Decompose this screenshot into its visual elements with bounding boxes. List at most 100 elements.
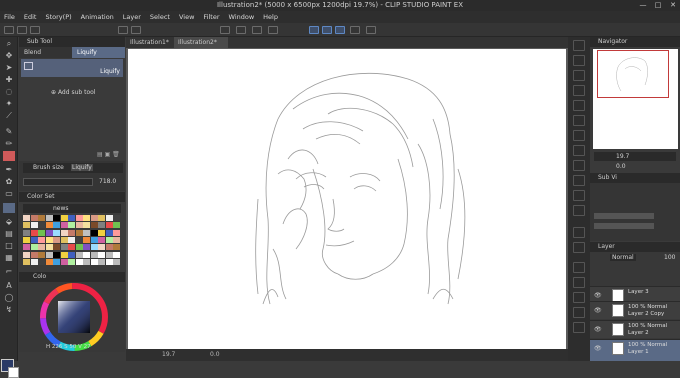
- color-swatch[interactable]: [38, 222, 45, 229]
- subtool-footer-icons[interactable]: ▤ ▣ 🗑: [97, 151, 120, 158]
- color-swatch[interactable]: [90, 215, 98, 221]
- color-swatch[interactable]: [53, 215, 60, 221]
- color-swatch[interactable]: [68, 251, 75, 258]
- color-swatch[interactable]: [45, 222, 53, 229]
- color-swatch[interactable]: [30, 258, 38, 265]
- fill-icon[interactable]: [236, 26, 246, 34]
- snap-ruler-icon[interactable]: [322, 26, 332, 34]
- color-swatch[interactable]: [38, 244, 45, 251]
- color-swatch[interactable]: [23, 222, 30, 229]
- color-swatch[interactable]: [105, 229, 113, 236]
- visibility-eye-icon[interactable]: 👁: [594, 326, 602, 333]
- page-manager-icon[interactable]: [573, 307, 585, 318]
- text-tool-icon[interactable]: A: [3, 281, 15, 291]
- color-swatch[interactable]: [30, 222, 38, 229]
- color-swatch[interactable]: [105, 244, 113, 251]
- eraser-tool-icon[interactable]: ▭: [3, 189, 15, 199]
- color-swatch[interactable]: [98, 215, 105, 221]
- color-swatch[interactable]: [23, 258, 30, 265]
- color-swatch[interactable]: [45, 229, 53, 236]
- airbrush-tool-icon[interactable]: ✒: [3, 165, 15, 175]
- color-swatch[interactable]: [83, 258, 90, 265]
- color-swatch[interactable]: [75, 258, 83, 265]
- color-wheel[interactable]: [39, 283, 109, 351]
- color-swatch[interactable]: [75, 244, 83, 251]
- color-swatch[interactable]: [83, 222, 90, 229]
- minimize-button[interactable]: —: [636, 0, 650, 11]
- decoration-tool-icon[interactable]: ✿: [3, 177, 15, 187]
- color-swatch[interactable]: [75, 251, 83, 258]
- transform-icon[interactable]: [252, 26, 262, 34]
- color-swatch[interactable]: [68, 229, 75, 236]
- color-swatch[interactable]: [113, 222, 120, 229]
- layer-row-selected[interactable]: 👁 100 % Normal Layer 1: [590, 339, 680, 361]
- brush-tool-icon[interactable]: [3, 151, 15, 161]
- auto-select-tool-icon[interactable]: ✦: [3, 99, 15, 109]
- drawing-canvas[interactable]: [128, 49, 566, 349]
- color-swatch[interactable]: [68, 258, 75, 265]
- layer-icon[interactable]: [573, 262, 585, 273]
- menu-animation[interactable]: Animation: [81, 13, 114, 21]
- color-swatch[interactable]: [23, 251, 30, 258]
- status-angle[interactable]: 0.0: [210, 351, 220, 358]
- navigator-angle[interactable]: 0.0: [616, 163, 626, 170]
- color-swatch[interactable]: [45, 258, 53, 265]
- animation-cels-icon[interactable]: [573, 175, 585, 186]
- figure-tool-icon[interactable]: □: [3, 241, 15, 251]
- color-swatch[interactable]: [105, 236, 113, 243]
- balloon-tool-icon[interactable]: ◯: [3, 293, 15, 303]
- color-swatch[interactable]: [38, 258, 45, 265]
- stabilizer-icon[interactable]: [309, 26, 319, 34]
- add-subtool-button[interactable]: ⊕ Add sub tool: [51, 89, 95, 96]
- info-icon[interactable]: [573, 322, 585, 333]
- color-swatch[interactable]: [90, 244, 98, 251]
- search-layer-icon[interactable]: [573, 85, 585, 96]
- navigator-zoom[interactable]: 19.7: [616, 153, 629, 160]
- clear-icon[interactable]: [220, 26, 230, 34]
- color-swatch[interactable]: [60, 222, 68, 229]
- visibility-eye-icon[interactable]: 👁: [594, 292, 602, 299]
- color-swatch[interactable]: [75, 222, 83, 229]
- color-swatch[interactable]: [90, 222, 98, 229]
- correct-line-tool-icon[interactable]: ↯: [3, 305, 15, 315]
- layer-property-icon[interactable]: [573, 70, 585, 81]
- color-swatch[interactable]: [98, 236, 105, 243]
- color-swatch[interactable]: [83, 229, 90, 236]
- color-swatch[interactable]: [30, 229, 38, 236]
- color-swatch[interactable]: [98, 222, 105, 229]
- color-swatch[interactable]: [113, 229, 120, 236]
- layer-row[interactable]: 👁 100 % Normal Layer 2: [590, 320, 680, 338]
- color-swatch[interactable]: [60, 229, 68, 236]
- menu-story[interactable]: Story(P): [45, 13, 71, 21]
- snap-special-icon[interactable]: [350, 26, 360, 34]
- quick-access-icon[interactable]: [573, 190, 585, 201]
- fill-tool-icon[interactable]: ⬙: [3, 217, 15, 227]
- selection-tool-icon[interactable]: ◌: [3, 87, 15, 97]
- color-swatch[interactable]: [23, 244, 30, 251]
- doc-tab-illustration1[interactable]: Illustration1*: [126, 37, 174, 48]
- menu-filter[interactable]: Filter: [203, 13, 219, 21]
- blend-mode-select[interactable]: Normal: [610, 254, 636, 261]
- color-swatch[interactable]: [83, 236, 90, 243]
- color-swatch[interactable]: [30, 251, 38, 258]
- color-swatch[interactable]: [105, 215, 113, 221]
- color-swatch[interactable]: [53, 244, 60, 251]
- auto-action-icon[interactable]: [573, 130, 585, 141]
- doc-tab-illustration2[interactable]: Illustration2*: [174, 37, 228, 48]
- visibility-eye-icon[interactable]: 👁: [594, 345, 602, 352]
- timeline-icon[interactable]: [573, 160, 585, 171]
- color-swatch[interactable]: [53, 258, 60, 265]
- material-icon[interactable]: [573, 100, 585, 111]
- color-swatch[interactable]: [45, 251, 53, 258]
- settings-icon[interactable]: [573, 40, 585, 51]
- color-swatch[interactable]: [75, 236, 83, 243]
- color-swatch[interactable]: [45, 244, 53, 251]
- layer-opacity[interactable]: 100: [664, 254, 675, 261]
- color-swatch[interactable]: [53, 251, 60, 258]
- layer-search-icon[interactable]: [573, 277, 585, 288]
- color-swatch[interactable]: [98, 258, 105, 265]
- color-swatch[interactable]: [113, 236, 120, 243]
- color-slider-icon[interactable]: [573, 242, 585, 253]
- color-swatches[interactable]: [23, 215, 121, 267]
- color-swatch[interactable]: [75, 229, 83, 236]
